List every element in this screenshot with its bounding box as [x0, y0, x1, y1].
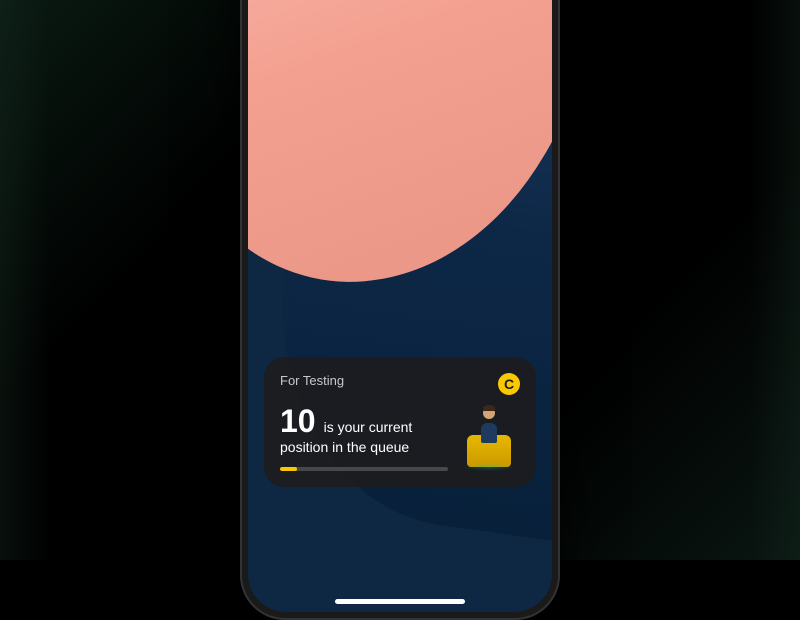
- wallpaper: [248, 0, 552, 612]
- person-icon: [477, 407, 501, 443]
- waiting-person-illustration: [458, 405, 520, 467]
- queue-status-text-1: is your current: [324, 419, 413, 435]
- live-activity-card[interactable]: For Testing C 10 is your current positio…: [264, 357, 536, 487]
- phone-frame: For Testing C 10 is your current positio…: [240, 0, 560, 620]
- card-body: 10 is your current position in the queue: [280, 405, 520, 471]
- progress-bar: [280, 467, 448, 471]
- phone-screen: For Testing C 10 is your current positio…: [248, 0, 552, 612]
- person-body: [481, 423, 497, 443]
- person-head: [483, 407, 495, 419]
- queue-info: 10 is your current position in the queue: [280, 405, 448, 471]
- queue-position-number: 10: [280, 405, 316, 437]
- home-indicator[interactable]: [335, 599, 465, 604]
- app-badge-glyph: C: [504, 376, 514, 392]
- card-header: For Testing C: [280, 373, 520, 395]
- progress-fill: [280, 467, 297, 471]
- queue-row: 10 is your current: [280, 405, 448, 437]
- app-badge-icon: C: [498, 373, 520, 395]
- queue-status-text-2: position in the queue: [280, 439, 448, 455]
- card-title: For Testing: [280, 373, 344, 388]
